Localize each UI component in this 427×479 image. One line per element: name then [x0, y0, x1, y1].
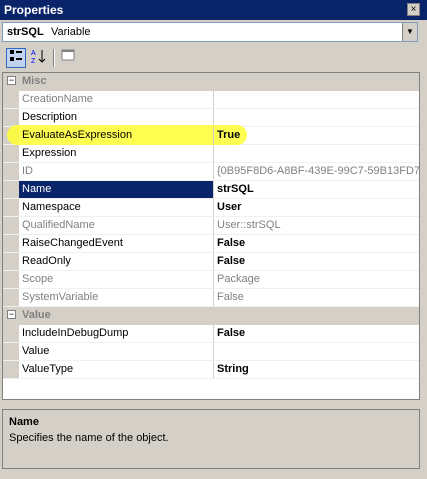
description-title: Name	[9, 416, 39, 428]
object-selector[interactable]: strSQL Variable ▼	[2, 22, 418, 42]
object-type: Variable	[51, 26, 91, 38]
property-value[interactable]: String	[217, 363, 249, 375]
property-value[interactable]: False	[217, 237, 245, 249]
title-bar: Properties ×	[0, 0, 427, 20]
property-row-readonly[interactable]: ReadOnly False	[3, 253, 419, 271]
object-name: strSQL	[7, 26, 44, 38]
property-row-raisechangedevent[interactable]: RaiseChangedEvent False	[3, 235, 419, 253]
alphabetical-icon[interactable]: AZ	[28, 48, 48, 68]
category-label: Misc	[22, 75, 47, 87]
description-text: Specifies the name of the object.	[9, 432, 169, 444]
window-title: Properties	[4, 3, 64, 17]
svg-text:A: A	[31, 50, 36, 57]
property-row-evaluateasexpression[interactable]: EvaluateAsExpression True	[3, 125, 419, 145]
property-value: User::strSQL	[217, 219, 281, 231]
property-name: ValueType	[22, 363, 74, 375]
property-row-value[interactable]: Value	[3, 343, 419, 361]
properties-toolbar: AZ	[2, 45, 420, 71]
property-value[interactable]: strSQL	[217, 183, 254, 195]
property-name: CreationName	[22, 93, 93, 105]
collapse-icon[interactable]: −	[7, 76, 16, 85]
property-row-expression[interactable]: Expression	[3, 145, 419, 163]
property-value[interactable]: False	[217, 327, 245, 339]
property-row-systemvariable[interactable]: SystemVariable False	[3, 289, 419, 307]
property-name: Value	[22, 345, 50, 357]
property-name: QualifiedName	[22, 219, 95, 231]
toolbar-separator	[53, 49, 55, 67]
description-pane: Name Specifies the name of the object.	[2, 409, 420, 469]
property-grid: − Misc CreationName Description Evaluate…	[2, 72, 420, 400]
property-row-valuetype[interactable]: ValueType String	[3, 361, 419, 379]
property-name: Expression	[22, 147, 77, 159]
property-row-qualifiedname[interactable]: QualifiedName User::strSQL	[3, 217, 419, 235]
property-name: Namespace	[22, 201, 81, 213]
category-misc[interactable]: − Misc	[3, 73, 419, 91]
property-value: {0B95F8D6-A8BF-439E-99C7-59B13FD79F	[217, 165, 420, 177]
categorized-icon[interactable]	[6, 48, 26, 68]
property-value: Package	[217, 273, 260, 285]
property-pages-icon[interactable]	[58, 48, 78, 68]
property-row-name[interactable]: Name strSQL	[3, 181, 419, 199]
property-name: ID	[22, 165, 33, 177]
property-row-creationname[interactable]: CreationName	[3, 91, 419, 109]
close-icon[interactable]: ×	[407, 3, 420, 16]
property-name: SystemVariable	[22, 291, 99, 303]
property-name: Name	[22, 183, 52, 195]
splitter-handle[interactable]	[2, 402, 420, 407]
property-value[interactable]: False	[217, 255, 245, 267]
property-name: ReadOnly	[22, 255, 71, 267]
property-name: Description	[22, 111, 78, 123]
property-row-includeindebugdump[interactable]: IncludeInDebugDump False	[3, 325, 419, 343]
property-value: False	[217, 291, 244, 303]
collapse-icon[interactable]: −	[7, 310, 16, 319]
property-name: Scope	[22, 273, 54, 285]
property-row-id[interactable]: ID {0B95F8D6-A8BF-439E-99C7-59B13FD79F	[3, 163, 419, 181]
svg-text:Z: Z	[31, 58, 36, 64]
window-border	[420, 22, 427, 479]
property-value[interactable]: True	[217, 129, 240, 141]
chevron-down-icon[interactable]: ▼	[402, 23, 417, 41]
property-name: RaiseChangedEvent	[22, 237, 123, 249]
property-name: IncludeInDebugDump	[22, 327, 129, 339]
property-row-namespace[interactable]: Namespace User	[3, 199, 419, 217]
category-label: Value	[22, 309, 51, 321]
property-name: EvaluateAsExpression	[22, 129, 133, 141]
property-value[interactable]: User	[217, 201, 241, 213]
property-row-scope[interactable]: Scope Package	[3, 271, 419, 289]
category-value[interactable]: − Value	[3, 307, 419, 325]
